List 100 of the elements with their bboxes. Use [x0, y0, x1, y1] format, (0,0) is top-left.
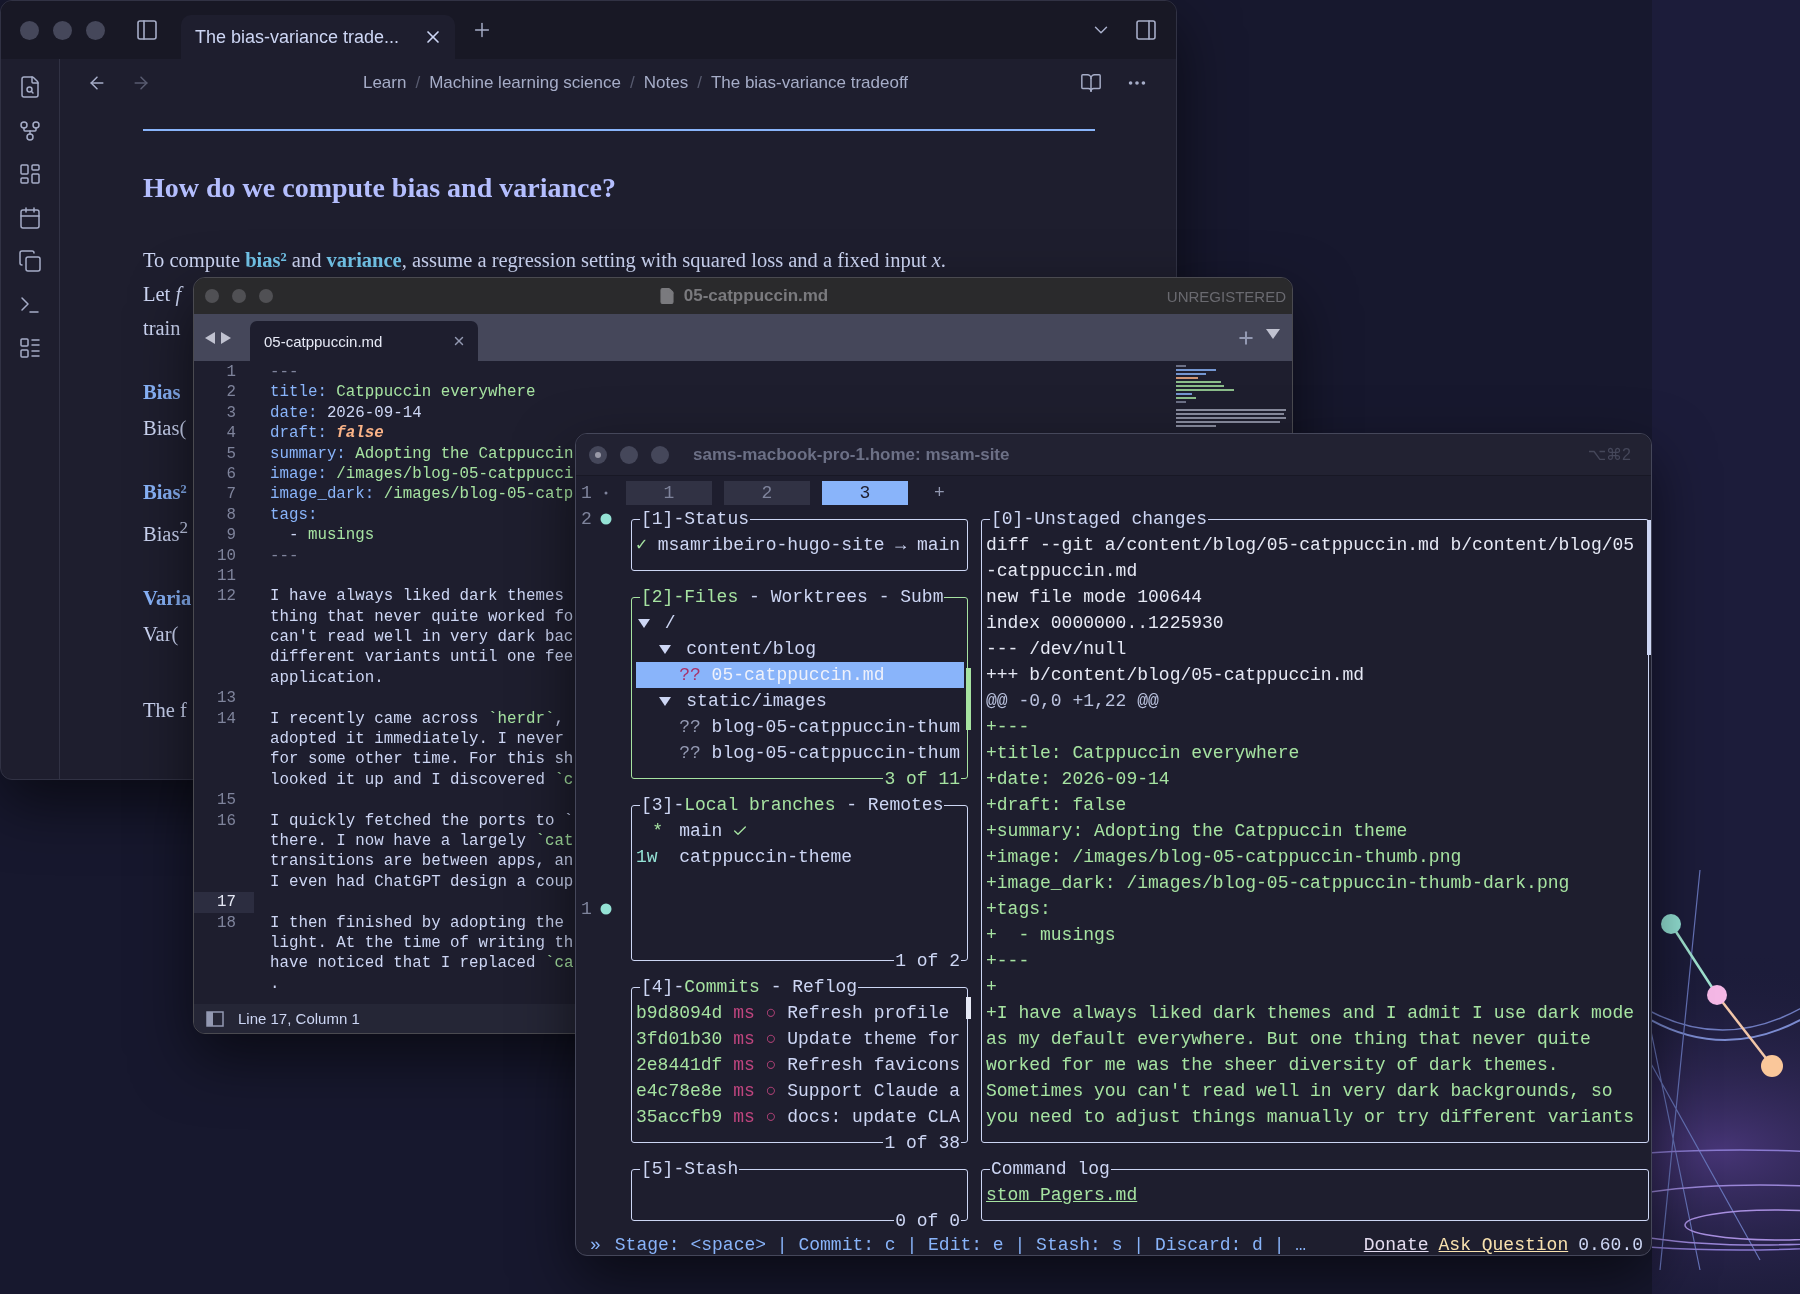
line-number: 12 [216, 586, 237, 607]
copy-icon[interactable] [18, 249, 42, 273]
footer-link[interactable]: Ask Question [1438, 1234, 1569, 1255]
panel-tab[interactable]: Status [684, 506, 750, 532]
diff-line: + - musings [986, 923, 1117, 947]
left-arrow-icon[interactable] [204, 330, 216, 345]
window-title: 05-catppuccin.md [683, 286, 829, 306]
breadcrumb-separator: / [415, 72, 421, 93]
scrollbar-thumb[interactable] [965, 668, 971, 730]
grid-icon[interactable] [18, 162, 42, 186]
calendar-icon[interactable] [18, 205, 42, 230]
note-tab[interactable]: The bias-variance trade... [181, 15, 455, 59]
breadcrumb-link[interactable]: The bias-variance tradeoff [710, 72, 909, 93]
pane-number: 1 [581, 898, 592, 921]
new-tab-button[interactable]: + [934, 480, 945, 506]
code-line: image: /images/blog-05-catppucci [269, 463, 574, 485]
math-formula: Var( [143, 621, 179, 648]
line-number: 14 [216, 708, 237, 730]
diff-line: +date: 2026-09-14 [986, 767, 1171, 791]
code-line: can't read well in very dark bac [269, 627, 574, 648]
panel-tab[interactable]: Subm [900, 584, 944, 610]
code-line: image_dark: /images/blog-05-catp [269, 484, 574, 505]
panel-tab[interactable]: Commits [684, 974, 760, 1000]
panel-number: [1]- [641, 508, 685, 531]
folder-name[interactable]: / [653, 609, 676, 636]
sidebar-toggle-icon[interactable] [135, 18, 159, 42]
pane-number: 2 [581, 508, 592, 531]
code-line: . [269, 973, 280, 995]
commit-row[interactable]: 3fd01b30 ms ○ Update theme for [636, 1025, 964, 1052]
list-icon[interactable] [18, 336, 42, 360]
panel-tab[interactable]: Files [684, 584, 739, 610]
close-button[interactable] [589, 445, 607, 464]
line-number: 16 [216, 810, 237, 831]
file-entry[interactable]: ?? blog-05-catppuccin-thum [636, 713, 964, 740]
body-text: train [143, 316, 181, 341]
graph-icon[interactable] [18, 118, 42, 143]
expanded-triangle-icon[interactable] [659, 694, 672, 707]
panel-number: [3]- [641, 794, 685, 817]
keybinding-hints: Stage: <space> | Commit: c | Edit: e | Stash: s | Discard: d | … [614, 1234, 1307, 1255]
term-link[interactable]: variance [326, 249, 402, 271]
scrollbar-thumb[interactable] [965, 997, 971, 1019]
close-icon[interactable] [452, 334, 466, 348]
branch-name[interactable]: catppuccin-theme [679, 843, 853, 870]
folder-name[interactable]: content/blog [675, 635, 816, 662]
panel-toggle-icon[interactable] [206, 1010, 224, 1027]
pane-number: 1 [581, 482, 592, 505]
breadcrumb-link[interactable]: Notes [643, 72, 689, 93]
dropdown-triangle-icon[interactable] [1266, 327, 1280, 340]
panel-tab[interactable]: Reflog [792, 974, 858, 1000]
branch-name[interactable]: main [679, 817, 723, 844]
commit-row[interactable]: b9d8094d ms ○ Refresh profile [636, 999, 964, 1026]
term-link[interactable]: bias² [245, 249, 287, 271]
diff-line: +title: Catppuccin everywhere [986, 741, 1301, 765]
code-line: I recently came across `herdr`, [269, 708, 564, 730]
file-entry[interactable]: ?? blog-05-catppuccin-thum [636, 739, 964, 766]
body-text: The f [143, 697, 187, 723]
file-search-icon[interactable] [18, 75, 42, 99]
body-text: Let f [143, 282, 182, 308]
code-line: for some other time. For this sh [269, 749, 574, 770]
commit-row[interactable]: 35accfb9 ms ○ docs: update CLA [636, 1103, 964, 1130]
panel-tab[interactable]: Unstaged changes [1034, 506, 1208, 532]
line-number: 17 [194, 892, 254, 913]
tab-separator: - [748, 586, 761, 609]
file-tab[interactable]: 05-catppuccin.md [250, 321, 478, 361]
paragraph: To compute bias² and variance, assume a regression setting with squared loss and a fixed input x. [143, 248, 946, 274]
diff-line: + [986, 975, 998, 999]
panel-tab[interactable]: Command log [991, 1156, 1110, 1182]
scrollbar-thumb[interactable] [1646, 520, 1651, 655]
window-tab[interactable]: 3 [822, 481, 908, 505]
code-line: there. I now have a largely `cat [269, 831, 574, 852]
footer-link[interactable]: Donate [1363, 1234, 1429, 1255]
tab-separator: - [769, 976, 783, 999]
expanded-triangle-icon[interactable] [637, 616, 650, 629]
commit-row[interactable]: e4c78e8e ms ○ Support Claude a [636, 1077, 964, 1104]
panel-tab[interactable]: Local branches [684, 792, 836, 818]
breadcrumb-link[interactable]: Machine learning science [429, 72, 621, 93]
code-line: title: Catppuccin everywhere [269, 382, 536, 403]
panel-tab[interactable]: Worktrees [770, 584, 868, 610]
diff-line: +I have always liked dark themes and I admit I use dark mode [986, 1001, 1636, 1025]
right-arrow-icon[interactable] [220, 330, 232, 345]
panel-tab[interactable]: Stash [684, 1156, 739, 1182]
book-icon[interactable] [1080, 71, 1102, 94]
line-number: 10 [216, 545, 237, 566]
branch-age: 1w [636, 845, 659, 869]
line-number: 15 [216, 790, 237, 811]
version-label: 0.60.0 [1578, 1234, 1643, 1255]
commit-row[interactable]: 2e8441df ms ○ Refresh favicons [636, 1051, 964, 1078]
code-line: light. At the time of writing th [269, 932, 574, 954]
breadcrumb-link[interactable]: Learn [362, 72, 407, 93]
right-sidebar-icon[interactable] [1134, 18, 1158, 42]
folder-name[interactable]: static/images [675, 687, 827, 714]
section-heading: Bias [143, 380, 181, 405]
diff-line: -catppuccin.md [986, 559, 1139, 583]
expanded-triangle-icon[interactable] [659, 642, 672, 655]
code-line: date: 2026-09-14 [269, 402, 422, 424]
diff-line: +--- [986, 715, 1031, 739]
panel-tab[interactable]: Remotes [867, 792, 944, 818]
code-line: --- [269, 362, 299, 383]
code-line: different variants until one fee [269, 647, 574, 668]
cursor-position: Line 17, Column 1 [238, 1010, 360, 1027]
